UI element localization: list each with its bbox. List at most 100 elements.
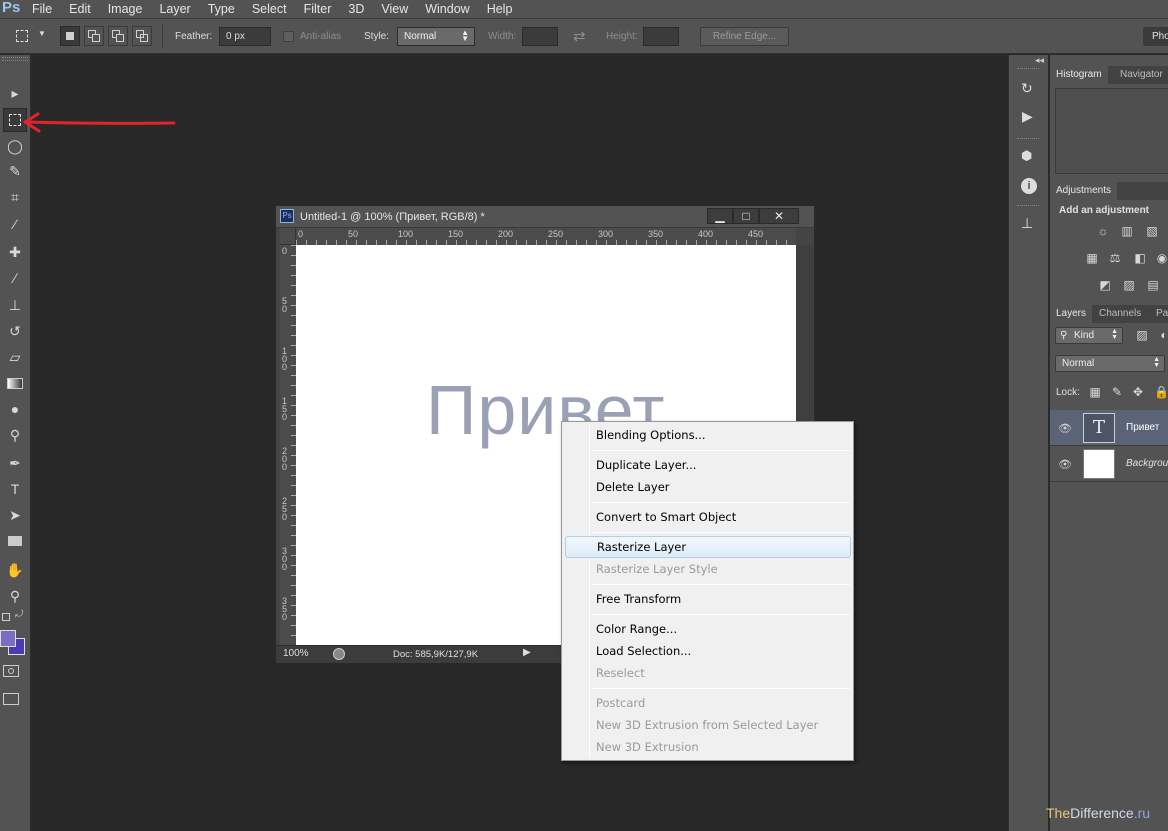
style-select[interactable]: Normal ▲ ▼ xyxy=(397,27,475,46)
minimize-button[interactable]: ▁ xyxy=(707,208,733,224)
pen-tool-icon[interactable]: ✒ xyxy=(3,451,27,475)
clone-stamp-tool-icon[interactable]: ⊥ xyxy=(3,293,27,317)
collapse-panels-icon[interactable]: ◂◂ xyxy=(1035,55,1044,66)
tab-adjustments[interactable]: Adjustments xyxy=(1050,182,1118,200)
menu-file[interactable]: File xyxy=(32,2,52,16)
brightness-adjust-icon[interactable]: ☼ xyxy=(1096,225,1110,238)
menu-view[interactable]: View xyxy=(381,2,408,16)
layer-name[interactable]: Привет xyxy=(1126,422,1159,433)
document-titlebar[interactable]: Ps Untitled-1 @ 100% (Привет, RGB/8) * ▁… xyxy=(276,206,814,228)
tab-channels[interactable]: Channels xyxy=(1093,305,1147,323)
brush-tool-icon[interactable]: ∕ xyxy=(3,266,27,290)
default-colors-icon[interactable] xyxy=(2,613,10,621)
hsl-adjust-icon[interactable]: ▦ xyxy=(1085,252,1099,265)
new-selection-button[interactable] xyxy=(60,26,80,46)
anti-alias-checkbox[interactable] xyxy=(283,31,294,42)
photo-filter-adjust-icon[interactable]: ◉ xyxy=(1155,252,1168,265)
menu-item-delete-layer[interactable]: Delete Layer xyxy=(596,477,846,497)
quick-selection-tool-icon[interactable]: ✎ xyxy=(3,159,27,183)
dodge-tool-icon[interactable]: ⚲ xyxy=(3,423,27,447)
adjustment-filter-icon[interactable]: ◐ xyxy=(1157,329,1168,342)
panel-grip[interactable] xyxy=(1017,138,1039,141)
panel-grip[interactable] xyxy=(1017,68,1039,71)
history-brush-tool-icon[interactable]: ↺ xyxy=(3,319,27,343)
maximize-button[interactable]: □ xyxy=(733,208,759,224)
panel-grip[interactable] xyxy=(1017,205,1039,208)
info-panel-icon[interactable]: i xyxy=(1021,178,1037,194)
eye-icon[interactable]: 👁 xyxy=(1058,458,1072,471)
bw-adjust-icon[interactable]: ◧ xyxy=(1133,252,1147,265)
layer-row-background[interactable]: 👁 Backgrou xyxy=(1050,446,1168,482)
lock-position-icon[interactable]: ✥ xyxy=(1131,386,1145,399)
zoom-tool-icon[interactable]: ⚲ xyxy=(3,584,27,608)
rectangle-tool-icon[interactable] xyxy=(3,529,27,553)
layer-row-text[interactable]: 👁 T Привет xyxy=(1050,410,1168,446)
healing-brush-tool-icon[interactable]: ✚ xyxy=(3,240,27,264)
tab-navigator[interactable]: Navigator xyxy=(1114,66,1168,84)
close-button[interactable]: ✕ xyxy=(759,208,799,224)
lock-pixels-icon[interactable]: ✎ xyxy=(1110,386,1124,399)
refine-edge-button[interactable]: Refine Edge... xyxy=(700,27,789,46)
color-balance-adjust-icon[interactable]: ⚖ xyxy=(1108,252,1122,265)
menu-type[interactable]: Type xyxy=(208,2,235,16)
menu-select[interactable]: Select xyxy=(252,2,287,16)
lock-transparent-icon[interactable]: ▦ xyxy=(1088,386,1102,399)
menu-layer[interactable]: Layer xyxy=(159,2,190,16)
height-input[interactable] xyxy=(643,27,679,46)
layer-name[interactable]: Backgrou xyxy=(1126,458,1168,469)
crop-tool-icon[interactable]: ⌗ xyxy=(3,185,27,209)
menu-item-duplicate-layer[interactable]: Duplicate Layer... xyxy=(596,455,846,475)
subtract-selection-button[interactable] xyxy=(108,26,128,46)
feather-input[interactable]: 0 px xyxy=(219,27,271,46)
swap-icon[interactable]: ⇄ xyxy=(573,27,586,45)
tab-histogram[interactable]: Histogram xyxy=(1050,66,1108,84)
menu-item-free-transform[interactable]: Free Transform xyxy=(596,589,846,609)
menu-filter[interactable]: Filter xyxy=(304,2,332,16)
eye-icon[interactable]: 👁 xyxy=(1058,422,1072,435)
lasso-tool-icon[interactable]: ◯ xyxy=(3,134,27,158)
workspace-switcher[interactable]: Pho xyxy=(1143,27,1168,46)
menu-image[interactable]: Image xyxy=(108,2,143,16)
screen-mode-icon[interactable] xyxy=(3,693,19,705)
tool-preset-picker[interactable]: ▼ xyxy=(10,27,50,46)
lock-all-icon[interactable]: 🔒 xyxy=(1154,386,1168,399)
hand-tool-icon[interactable]: ✋ xyxy=(3,558,27,582)
foreground-color-swatch[interactable] xyxy=(0,630,16,647)
3d-panel-icon[interactable]: ⬢ xyxy=(1021,148,1032,164)
invert-adjust-icon[interactable]: ◩ xyxy=(1098,279,1112,292)
zoom-level[interactable]: 100% xyxy=(283,648,309,659)
tab-layers[interactable]: Layers xyxy=(1050,305,1093,323)
path-selection-tool-icon[interactable]: ➤ xyxy=(3,503,27,527)
quick-mask-icon[interactable] xyxy=(3,665,19,677)
eyedropper-tool-icon[interactable]: ⁄ xyxy=(3,212,27,236)
move-tool-icon[interactable]: ▸ xyxy=(3,81,27,105)
menu-3d[interactable]: 3D xyxy=(348,2,364,16)
threshold-adjust-icon[interactable]: ▨ xyxy=(1122,279,1136,292)
levels-adjust-icon[interactable]: ▥ xyxy=(1120,225,1134,238)
blend-mode-select[interactable]: Normal ▲ ▼ xyxy=(1055,355,1165,372)
pixel-filter-icon[interactable]: ▨ xyxy=(1135,329,1149,342)
history-panel-icon[interactable]: ↻ xyxy=(1021,80,1033,97)
play-arrow-icon[interactable]: ▶ xyxy=(523,647,531,658)
menu-help[interactable]: Help xyxy=(487,2,513,16)
curves-adjust-icon[interactable]: ▧ xyxy=(1145,225,1159,238)
gradient-tool-icon[interactable] xyxy=(3,371,27,395)
menu-item-load-selection[interactable]: Load Selection... xyxy=(596,641,846,661)
eraser-tool-icon[interactable]: ▱ xyxy=(3,345,27,369)
menu-item-convert-smart-object[interactable]: Convert to Smart Object xyxy=(596,507,846,527)
layer-filter-kind[interactable]: ⚲ Kind ▲ ▼ xyxy=(1055,327,1123,344)
type-tool-icon[interactable]: T xyxy=(3,477,27,501)
menu-window[interactable]: Window xyxy=(425,2,469,16)
menu-item-rasterize-layer[interactable]: Rasterize Layer xyxy=(565,536,851,558)
menu-item-blending-options[interactable]: Blending Options... xyxy=(596,425,846,445)
blur-tool-icon[interactable]: ● xyxy=(3,397,27,421)
status-menu-icon[interactable] xyxy=(333,648,345,660)
width-input[interactable] xyxy=(522,27,558,46)
actions-panel-icon[interactable]: ▶ xyxy=(1022,108,1033,125)
swap-colors-icon[interactable]: ⤾ xyxy=(15,609,23,620)
intersect-selection-button[interactable] xyxy=(132,26,152,46)
add-to-selection-button[interactable] xyxy=(84,26,104,46)
tab-paths[interactable]: Pat xyxy=(1150,305,1168,323)
menu-edit[interactable]: Edit xyxy=(69,2,91,16)
menu-item-color-range[interactable]: Color Range... xyxy=(596,619,846,639)
